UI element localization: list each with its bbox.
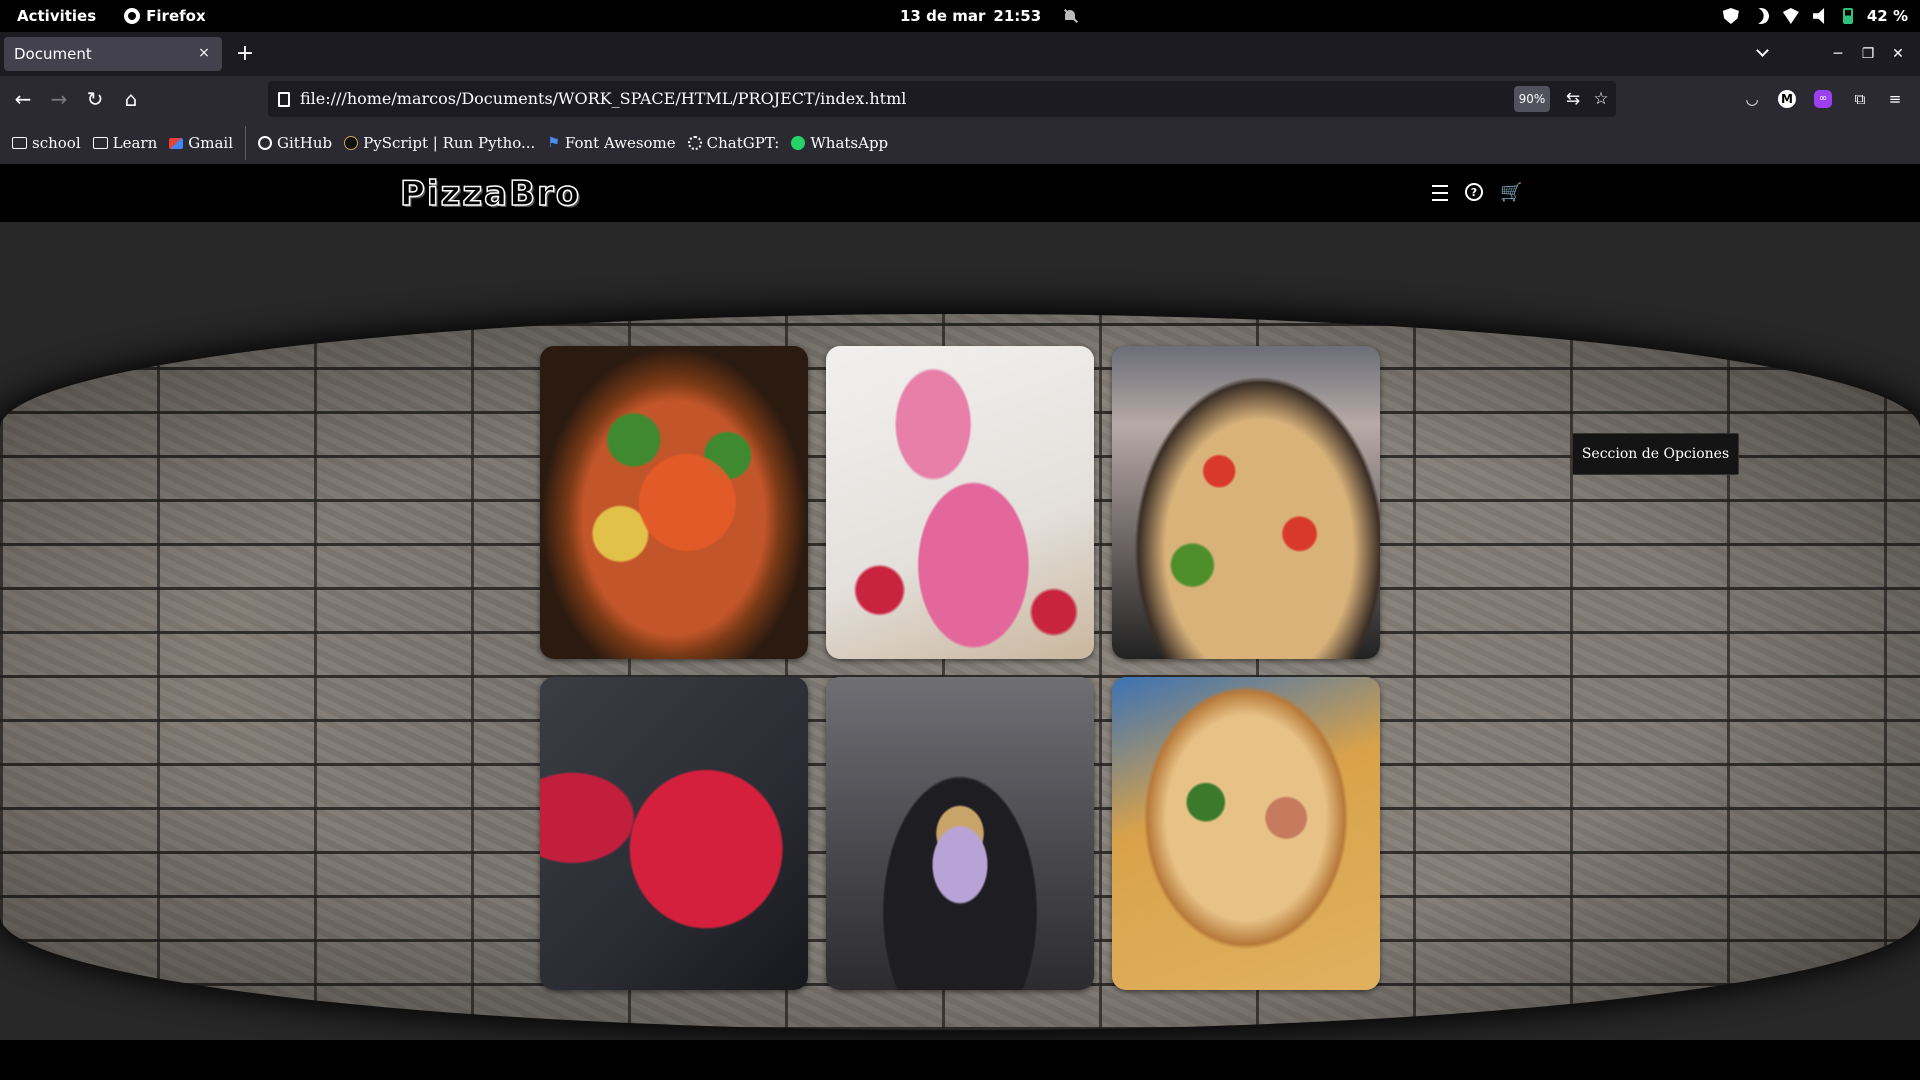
tab-strip: Document × + ─ ❐ ✕ [0, 32, 1920, 76]
bookmark-font-awesome[interactable]: ⚑ Font Awesome [547, 134, 675, 152]
bookmark-label: Learn [112, 134, 158, 152]
gallery-image-red-smoothie-jar[interactable] [540, 677, 808, 990]
bookmark-gmail[interactable]: Gmail [169, 134, 233, 152]
volume-icon [1812, 8, 1825, 24]
forward-button[interactable]: → [44, 84, 74, 114]
gallery-image-berry-parfait[interactable] [826, 677, 1094, 990]
web-page: PizzaBro ? 🛒 Seccion de Opciones [0, 164, 1920, 1080]
clock-time: 21:53 [993, 7, 1042, 25]
shopping-cart-icon[interactable]: 🛒 [1500, 183, 1522, 203]
clock-date: 13 de mar [900, 7, 986, 25]
chevron-down-icon [1756, 44, 1769, 57]
wifi-icon [1782, 8, 1799, 24]
back-button[interactable]: ← [8, 84, 38, 114]
restore-button[interactable]: ❐ [1856, 42, 1880, 66]
battery-percent: 42 % [1866, 7, 1908, 25]
bookmark-label: ChatGPT: [706, 134, 780, 152]
gmail-icon [169, 137, 184, 149]
bookmarks-toolbar: school Learn Gmail GitHub PyScript | Run… [0, 122, 1920, 164]
gnome-top-bar: Activities Firefox 13 de mar 21:53 42 % [0, 0, 1920, 32]
food-gallery [540, 346, 1381, 990]
bookmark-label: school [32, 134, 81, 152]
bookmark-label: Gmail [188, 134, 233, 152]
bookmark-label: PyScript | Run Pytho... [363, 134, 536, 152]
folder-icon [12, 137, 27, 149]
list-all-tabs-button[interactable] [1750, 42, 1776, 66]
gallery-image-pizza-pepperoni[interactable] [540, 346, 808, 659]
address-bar[interactable]: file:///home/marcos/Documents/WORK_SPACE… [268, 81, 1616, 117]
site-header: PizzaBro ? 🛒 [0, 164, 1920, 222]
gallery-image-pizza-prosciutto[interactable] [1112, 677, 1380, 990]
minimize-button[interactable]: ─ [1826, 42, 1850, 66]
new-tab-button[interactable]: + [232, 41, 258, 67]
bookmark-github[interactable]: GitHub [258, 134, 332, 152]
page-icon [278, 92, 290, 107]
tab-document[interactable]: Document × [4, 37, 222, 71]
chatgpt-icon [687, 136, 702, 150]
app-menu-hamburger-icon[interactable]: ≡ [1883, 87, 1907, 111]
bookmark-school[interactable]: school [12, 134, 81, 152]
app-menu[interactable]: Firefox [124, 7, 206, 25]
navigation-toolbar: ← → ↻ ⌂ file:///home/marcos/Documents/WO… [0, 76, 1920, 122]
pyscript-icon [344, 136, 359, 150]
activities-button[interactable]: Activities [17, 7, 96, 25]
bookmark-label: Font Awesome [564, 134, 676, 152]
bookmark-whatsapp[interactable]: WhatsApp [791, 134, 888, 152]
page-bottom-band [0, 1040, 1920, 1080]
tab-title: Document [14, 45, 92, 63]
app-name: Firefox [146, 7, 206, 25]
bookmark-label: GitHub [277, 134, 333, 152]
home-button[interactable]: ⌂ [116, 84, 146, 114]
options-section-button[interactable]: Seccion de Opciones [1572, 433, 1739, 475]
flag-icon: ⚑ [547, 135, 560, 151]
gallery-image-raspberry-smoothie[interactable] [826, 346, 1094, 659]
bookmark-star-icon[interactable]: ☆ [1590, 88, 1612, 110]
bookmark-label: WhatsApp [810, 134, 889, 152]
pocket-icon[interactable]: ◡ [1740, 87, 1764, 111]
extension-icon[interactable]: ∞ [1814, 90, 1832, 108]
bookmark-chatgpt[interactable]: ChatGPT: [687, 134, 780, 152]
account-avatar[interactable]: M [1778, 90, 1796, 108]
tab-close-button[interactable]: × [194, 43, 214, 63]
menu-icon[interactable] [1432, 185, 1448, 201]
notifications-muted-icon [1063, 9, 1077, 23]
night-light-icon [1751, 6, 1772, 27]
help-icon[interactable]: ? [1465, 183, 1483, 201]
zoom-indicator[interactable]: 90% [1514, 86, 1550, 112]
translate-icon[interactable]: ⇆ [1562, 88, 1584, 110]
firefox-icon [124, 8, 141, 24]
extensions-puzzle-icon[interactable]: ⧉ [1848, 87, 1872, 111]
gallery-image-pizza-tomato[interactable] [1112, 346, 1380, 659]
bookmark-learn[interactable]: Learn [92, 134, 158, 152]
close-window-button[interactable]: ✕ [1886, 42, 1910, 66]
folder-icon [92, 137, 108, 149]
bookmark-pyscript[interactable]: PyScript | Run Pytho... [344, 134, 535, 152]
bookmarks-separator [245, 126, 246, 160]
vpn-shield-icon [1722, 8, 1739, 24]
clock[interactable]: 13 de mar 21:53 [900, 0, 1077, 32]
reload-button[interactable]: ↻ [80, 84, 110, 114]
github-icon [258, 136, 272, 150]
battery-icon [1842, 8, 1853, 24]
whatsapp-icon [791, 136, 806, 150]
system-tray[interactable]: 42 % [1722, 0, 1908, 32]
url-text[interactable]: file:///home/marcos/Documents/WORK_SPACE… [300, 89, 906, 108]
site-logo[interactable]: PizzaBro [399, 173, 581, 215]
